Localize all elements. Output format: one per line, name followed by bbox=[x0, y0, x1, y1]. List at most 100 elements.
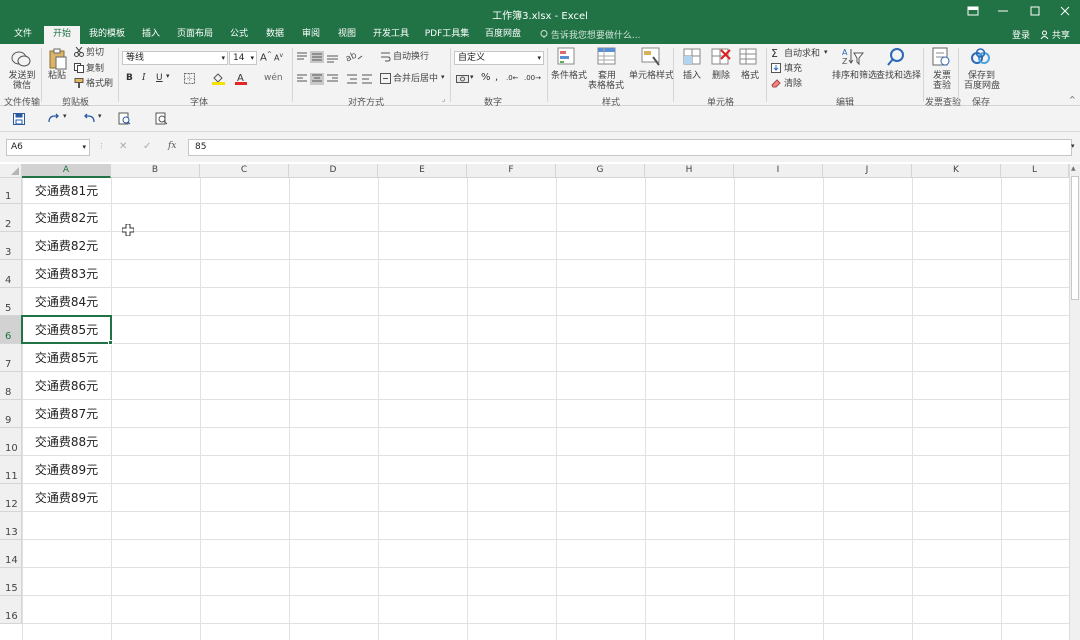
cell-a9[interactable]: 交通费87元 bbox=[22, 400, 111, 428]
increase-font-size-icon[interactable]: A^ bbox=[260, 51, 272, 63]
increase-decimal-icon[interactable]: .0← bbox=[506, 74, 519, 82]
chevron-down-icon[interactable]: ▾ bbox=[470, 73, 474, 81]
cell-a11[interactable]: 交通费89元 bbox=[22, 456, 111, 484]
column-header-b[interactable]: B bbox=[111, 164, 200, 178]
underline-dropdown-icon[interactable]: ▾ bbox=[166, 72, 170, 80]
cell-a2[interactable]: 交通费82元 bbox=[22, 204, 111, 232]
orientation-icon[interactable]: ab bbox=[344, 50, 364, 63]
decrease-font-size-icon[interactable]: Av bbox=[274, 52, 283, 63]
bold-button[interactable]: B bbox=[126, 73, 133, 83]
row-header-1[interactable]: 1 bbox=[0, 178, 22, 204]
underline-button[interactable]: U bbox=[156, 73, 163, 83]
tab-file[interactable]: 文件 bbox=[6, 26, 40, 44]
column-header-j[interactable]: J bbox=[823, 164, 912, 178]
cell-a10[interactable]: 交通费88元 bbox=[22, 428, 111, 456]
cell-a3[interactable]: 交通费82元 bbox=[22, 232, 111, 260]
fill-handle[interactable] bbox=[108, 340, 113, 345]
column-header-g[interactable]: G bbox=[556, 164, 645, 178]
row-header-7[interactable]: 7 bbox=[0, 344, 22, 372]
font-name-box[interactable]: 等线 ▾ bbox=[122, 51, 228, 65]
tab-baidu-netdisk[interactable]: 百度网盘 bbox=[480, 26, 526, 44]
row-header-2[interactable]: 2 bbox=[0, 204, 22, 232]
row-header-13[interactable]: 13 bbox=[0, 512, 22, 540]
row-header-11[interactable]: 11 bbox=[0, 456, 22, 484]
italic-button[interactable]: I bbox=[142, 73, 146, 83]
cell-a4[interactable]: 交通费83元 bbox=[22, 260, 111, 288]
horizontal-align-icons[interactable] bbox=[296, 73, 340, 85]
fill-color-icon[interactable] bbox=[212, 72, 225, 85]
font-color-icon[interactable]: A bbox=[235, 72, 247, 85]
chevron-down-icon[interactable]: ▾ bbox=[63, 112, 67, 120]
undo-icon[interactable] bbox=[82, 113, 96, 125]
column-header-h[interactable]: H bbox=[645, 164, 734, 178]
row-header-16[interactable]: 16 bbox=[0, 596, 22, 624]
expand-formula-bar-icon[interactable]: ▾ bbox=[1071, 142, 1075, 150]
column-header-a[interactable]: A bbox=[22, 164, 111, 178]
column-header-k[interactable]: K bbox=[912, 164, 1001, 178]
vertical-align-icons[interactable] bbox=[296, 51, 340, 63]
column-header-c[interactable]: C bbox=[200, 164, 289, 178]
chevron-down-icon[interactable]: ▾ bbox=[98, 112, 102, 120]
ribbon-display-options-button[interactable] bbox=[962, 4, 984, 22]
close-button[interactable] bbox=[1054, 4, 1076, 22]
comma-style-icon[interactable]: , bbox=[495, 72, 498, 83]
name-box[interactable]: A6 ▾ bbox=[6, 139, 90, 156]
indent-icons[interactable] bbox=[346, 73, 374, 85]
tab-page-layout[interactable]: 页面布局 bbox=[172, 26, 218, 44]
currency-icon[interactable] bbox=[456, 73, 470, 84]
cancel-entry-icon[interactable]: ✕ bbox=[119, 141, 127, 152]
percent-button[interactable]: % bbox=[481, 72, 491, 83]
maximize-button[interactable] bbox=[1024, 4, 1046, 22]
cell-a5[interactable]: 交通费84元 bbox=[22, 288, 111, 316]
number-format-box[interactable]: 自定义 ▾ bbox=[454, 51, 544, 65]
row-header-9[interactable]: 9 bbox=[0, 400, 22, 428]
tab-review[interactable]: 审阅 bbox=[296, 26, 326, 44]
column-header-d[interactable]: D bbox=[289, 164, 378, 178]
row-header-5[interactable]: 5 bbox=[0, 288, 22, 316]
confirm-entry-icon[interactable]: ✓ bbox=[143, 141, 151, 152]
tab-insert[interactable]: 插入 bbox=[136, 26, 166, 44]
share-button[interactable]: 共享 bbox=[1040, 28, 1070, 41]
tab-home[interactable]: 开始 bbox=[44, 26, 80, 44]
tab-formulas[interactable]: 公式 bbox=[224, 26, 254, 44]
row-header-10[interactable]: 10 bbox=[0, 428, 22, 456]
tab-pdf-tools[interactable]: PDF工具集 bbox=[420, 26, 474, 44]
column-header-f[interactable]: F bbox=[467, 164, 556, 178]
cell-a8[interactable]: 交通费86元 bbox=[22, 372, 111, 400]
formula-input[interactable]: 85 bbox=[188, 139, 1072, 156]
font-size-box[interactable]: 14 ▾ bbox=[229, 51, 257, 65]
column-header-i[interactable]: I bbox=[734, 164, 823, 178]
quick-print-icon[interactable] bbox=[155, 112, 168, 125]
tab-my-templates[interactable]: 我的模板 bbox=[84, 26, 130, 44]
column-header-e[interactable]: E bbox=[378, 164, 467, 178]
row-header-14[interactable]: 14 bbox=[0, 540, 22, 568]
insert-function-button[interactable]: fx bbox=[168, 141, 176, 151]
cell-a1[interactable]: 交通费81元 bbox=[22, 178, 111, 204]
cell-a7[interactable]: 交通费85元 bbox=[22, 344, 111, 372]
collapse-ribbon-icon[interactable]: ^ bbox=[1069, 95, 1076, 104]
redo-icon[interactable] bbox=[47, 113, 61, 125]
dialog-launcher-icon[interactable]: ⌟ bbox=[442, 95, 445, 103]
scroll-up-icon[interactable]: ▲ bbox=[1071, 165, 1076, 172]
select-all-corner[interactable] bbox=[0, 164, 22, 178]
scrollbar-thumb[interactable] bbox=[1071, 176, 1079, 300]
tab-data[interactable]: 数据 bbox=[260, 26, 290, 44]
row-header-4[interactable]: 4 bbox=[0, 260, 22, 288]
decrease-decimal-icon[interactable]: .00→ bbox=[524, 74, 541, 82]
save-icon[interactable] bbox=[13, 113, 25, 125]
minimize-button[interactable] bbox=[992, 4, 1014, 22]
tab-developer[interactable]: 开发工具 bbox=[368, 26, 414, 44]
tab-view[interactable]: 视图 bbox=[332, 26, 362, 44]
row-header-15[interactable]: 15 bbox=[0, 568, 22, 596]
cell-a12[interactable]: 交通费89元 bbox=[22, 484, 111, 512]
row-header-6[interactable]: 6 bbox=[0, 316, 22, 344]
print-preview-icon[interactable] bbox=[118, 112, 131, 125]
column-header-l[interactable]: L bbox=[1001, 164, 1069, 178]
phonetic-icon[interactable]: wén bbox=[264, 73, 283, 83]
borders-icon[interactable] bbox=[184, 73, 196, 84]
row-header-12[interactable]: 12 bbox=[0, 484, 22, 512]
row-header-3[interactable]: 3 bbox=[0, 232, 22, 260]
login-link[interactable]: 登录 bbox=[1012, 28, 1030, 41]
row-header-8[interactable]: 8 bbox=[0, 372, 22, 400]
tell-me-search[interactable]: 告诉我您想要做什么... bbox=[540, 28, 640, 41]
